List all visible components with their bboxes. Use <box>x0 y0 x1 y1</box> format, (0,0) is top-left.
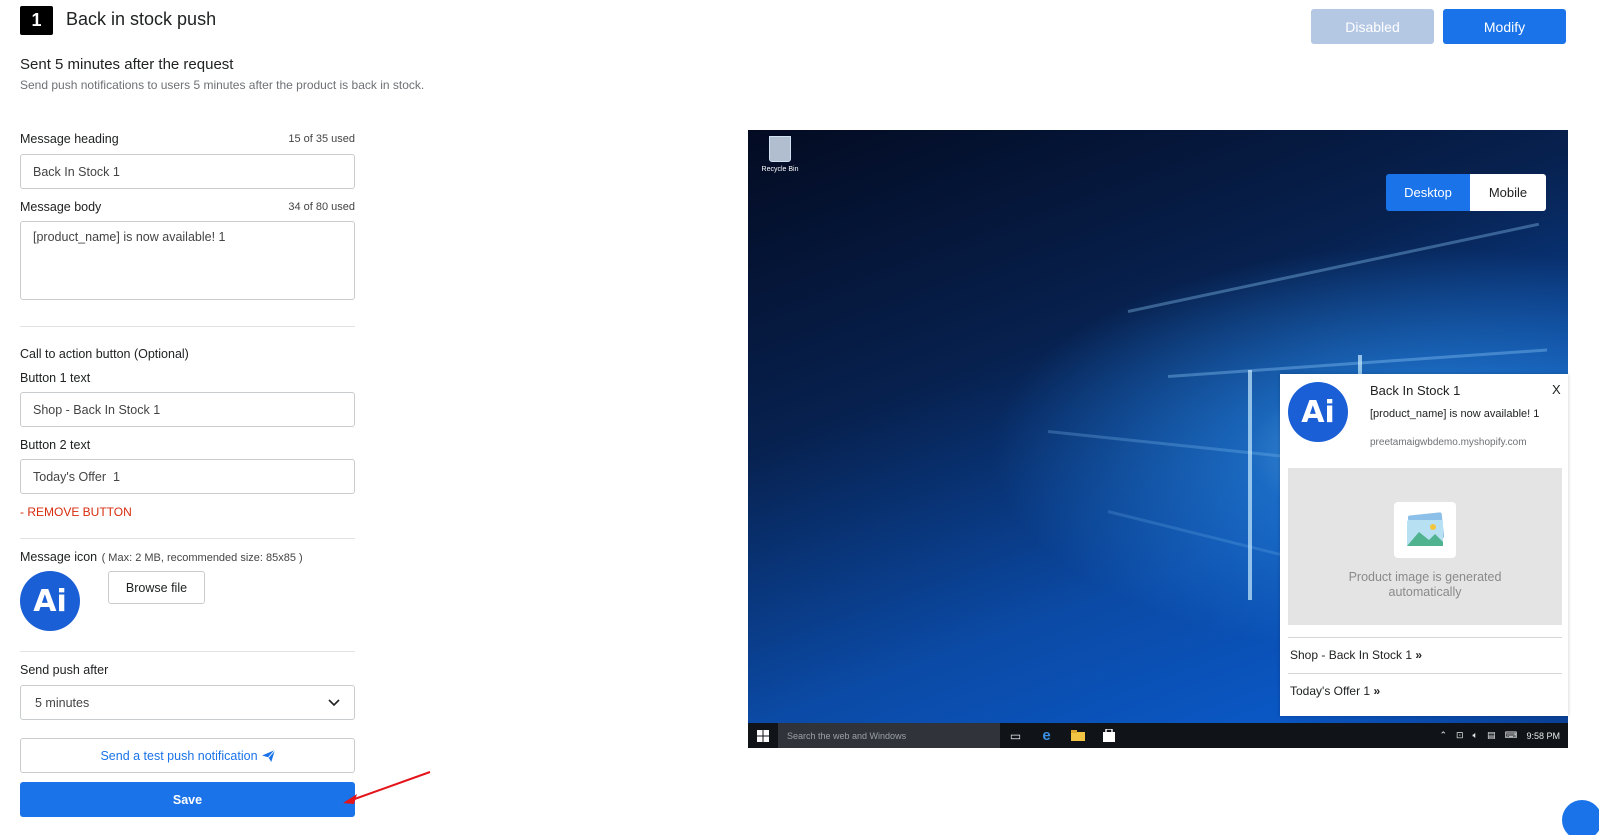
windows-taskbar: Search the web and Windows ▭ e ⌃ ⊡ 🔈︎ ▤ … <box>748 723 1568 748</box>
push-notification-preview: Ai Back In Stock 1 [product_name] is now… <box>1280 374 1568 716</box>
button2-text-input[interactable]: Today's Offer 1 <box>20 459 355 494</box>
window-frame-vertical <box>1248 370 1252 600</box>
chevron-down-icon <box>328 698 340 706</box>
notification-action-2-label: Today's Offer 1 <box>1290 684 1371 698</box>
double-chevron-right-icon: » <box>1373 684 1381 698</box>
page-title: Back in stock push <box>66 9 217 29</box>
notification-title: Back In Stock 1 <box>1370 383 1461 398</box>
save-button[interactable]: Save <box>20 782 355 817</box>
notification-body: [product_name] is now available! 1 <box>1370 408 1540 420</box>
divider <box>20 326 355 327</box>
chevron-up-icon[interactable]: ⌃ <box>1439 730 1447 741</box>
tab-mobile[interactable]: Mobile <box>1470 174 1546 211</box>
button2-label: Button 2 text <box>20 438 91 452</box>
notification-action-1-label: Shop - Back In Stock 1 <box>1290 648 1413 662</box>
notification-center-icon[interactable]: ▤ <box>1487 730 1496 741</box>
step-number-badge: 1 <box>20 6 53 35</box>
divider <box>20 538 355 539</box>
notification-action-2[interactable]: Today's Offer 1 » <box>1290 684 1380 698</box>
recycle-bin-icon[interactable]: Recycle Bin <box>760 136 800 173</box>
windows-start-icon[interactable] <box>748 723 778 748</box>
disabled-button[interactable]: Disabled <box>1311 9 1434 44</box>
recycle-bin-graphic <box>769 136 791 162</box>
chat-widget-button[interactable] <box>1562 800 1599 835</box>
notification-icon: Ai <box>1288 382 1348 442</box>
edge-browser-icon[interactable]: e <box>1031 723 1062 748</box>
tab-desktop[interactable]: Desktop <box>1386 174 1470 211</box>
message-body-label: Message body <box>20 200 102 214</box>
modify-button[interactable]: Modify <box>1443 9 1566 44</box>
section-description: Send push notifications to users 5 minut… <box>20 78 425 92</box>
image-caption: Product image is generated automatically <box>1348 569 1502 599</box>
divider <box>1288 673 1562 674</box>
button1-label: Button 1 text <box>20 371 91 385</box>
send-after-label: Send push after <box>20 663 109 677</box>
send-after-select[interactable]: 5 minutes <box>20 685 355 720</box>
wallpaper-ray <box>1127 222 1540 313</box>
paper-plane-icon <box>261 749 275 762</box>
divider <box>1288 637 1562 638</box>
message-icon-label-row: Message icon ( Max: 2 MB, recommended si… <box>20 548 303 566</box>
keyboard-icon[interactable]: ⌨ <box>1504 730 1517 741</box>
double-chevron-right-icon: » <box>1415 648 1423 662</box>
image-icon <box>1394 501 1456 558</box>
close-icon[interactable]: X <box>1552 382 1561 397</box>
taskbar-search-box[interactable]: Search the web and Windows <box>778 723 1000 748</box>
system-tray: ⌃ ⊡ 🔈︎ ▤ ⌨ 9:58 PM <box>1439 730 1568 741</box>
message-icon-label: Message icon <box>20 550 98 564</box>
task-view-icon[interactable]: ▭ <box>1000 723 1031 748</box>
recycle-bin-label: Recycle Bin <box>761 166 799 173</box>
message-heading-counter: 15 of 35 used <box>288 133 355 145</box>
message-body-counter: 34 of 80 used <box>288 201 355 213</box>
divider <box>20 651 355 652</box>
browse-file-button[interactable]: Browse file <box>108 571 205 604</box>
remove-button-link[interactable]: - REMOVE BUTTON <box>20 505 132 519</box>
message-body-textarea[interactable]: [product_name] is now available! 1 <box>20 221 355 300</box>
volume-icon[interactable]: 🔈︎ <box>1473 730 1478 741</box>
message-icon-preview: Ai <box>20 571 80 631</box>
notification-url: preetamaigwbdemo.myshopify.com <box>1370 437 1527 448</box>
message-heading-input[interactable]: Back In Stock 1 <box>20 154 355 189</box>
cta-section-label: Call to action button (Optional) <box>20 347 189 361</box>
send-test-push-button[interactable]: Send a test push notification <box>20 738 355 773</box>
send-after-value: 5 minutes <box>35 695 90 710</box>
message-icon-hint: ( Max: 2 MB, recommended size: 85x85 ) <box>101 552 303 564</box>
clock-text: 9:58 PM <box>1526 730 1560 741</box>
network-icon[interactable]: ⊡ <box>1456 730 1464 741</box>
send-test-push-label: Send a test push notification <box>100 748 258 763</box>
button1-text-input[interactable]: Shop - Back In Stock 1 <box>20 392 355 427</box>
preview-mode-toggle: Desktop Mobile <box>1386 174 1546 211</box>
message-heading-label: Message heading <box>20 132 119 146</box>
file-explorer-icon[interactable] <box>1062 723 1093 748</box>
store-icon[interactable] <box>1093 723 1124 748</box>
product-image-placeholder: Product image is generated automatically <box>1288 468 1562 625</box>
annotation-arrow-icon <box>343 771 431 804</box>
section-title: Sent 5 minutes after the request <box>20 56 234 73</box>
notification-action-1[interactable]: Shop - Back In Stock 1 » <box>1290 648 1422 662</box>
